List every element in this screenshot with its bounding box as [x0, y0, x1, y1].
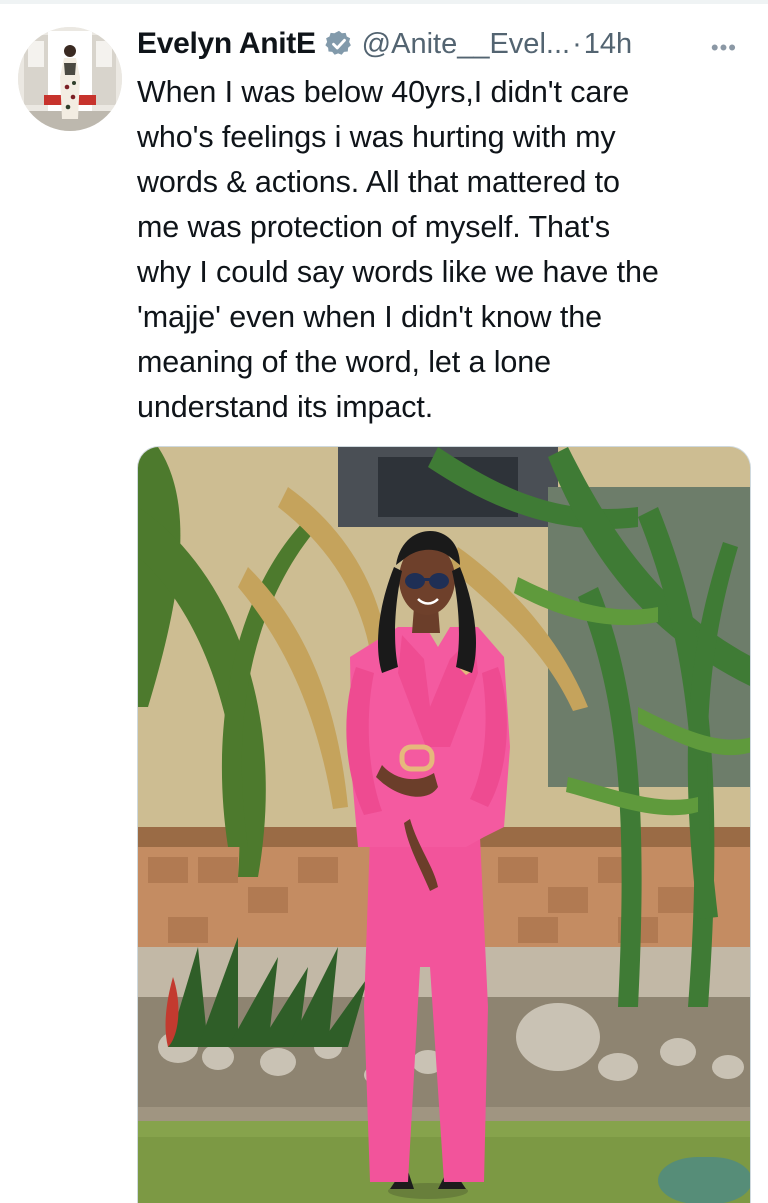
- verified-badge-icon: [324, 29, 354, 59]
- photo-image: [138, 447, 750, 1203]
- more-options-icon[interactable]: •••: [711, 37, 737, 59]
- tweet-header: Evelyn AnitE @Anite__Evel... · 14h •••: [137, 24, 757, 64]
- divider: [0, 0, 768, 4]
- separator-dot: ·: [572, 27, 582, 60]
- tweet-card[interactable]: Evelyn AnitE @Anite__Evel... · 14h ••• W…: [0, 0, 768, 1203]
- tweet-text: When I was below 40yrs,I didn't care who…: [137, 75, 659, 424]
- attached-photo[interactable]: [137, 446, 751, 1203]
- display-name[interactable]: Evelyn AnitE: [137, 27, 316, 61]
- avatar-image: [18, 27, 122, 131]
- timestamp[interactable]: 14h: [584, 28, 632, 61]
- avatar[interactable]: [18, 27, 122, 131]
- handle[interactable]: @Anite__Evel...: [362, 28, 570, 61]
